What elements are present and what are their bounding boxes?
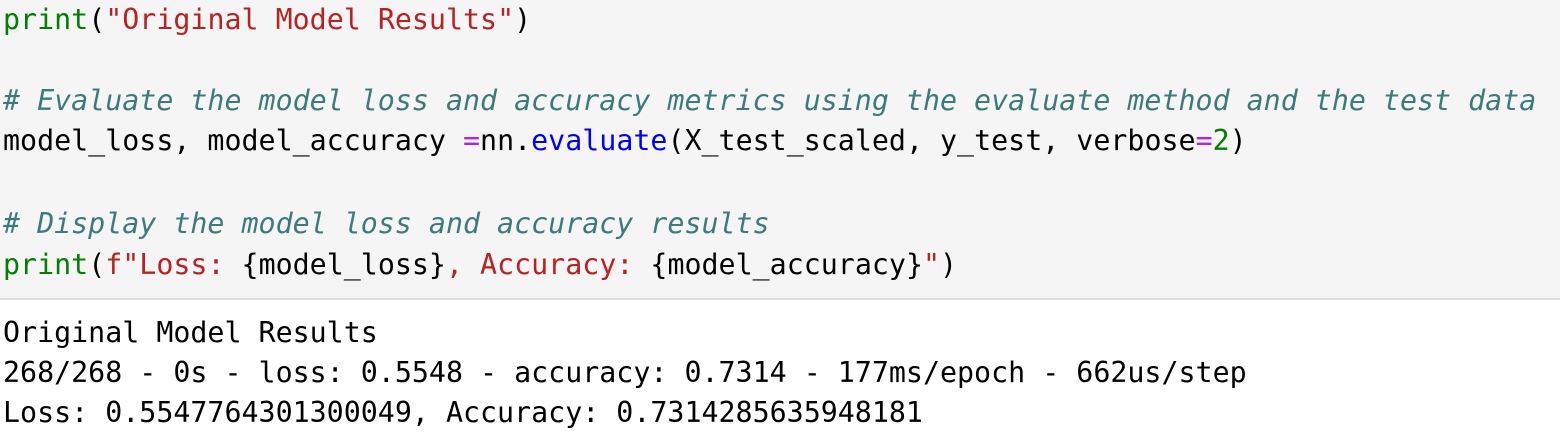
paren-open: ( — [88, 3, 106, 36]
comment-evaluate: # Evaluate the model loss and accuracy m… — [3, 84, 1537, 117]
code-line-print-title: print("Original Model Results") — [3, 0, 531, 40]
code-line-evaluate: model_loss, model_accuracy =nn.evaluate(… — [3, 121, 1247, 161]
print-builtin: print — [3, 3, 89, 36]
fstring-middle: , Accuracy: — [445, 248, 651, 281]
verbose-value: 2 — [1212, 124, 1230, 157]
fstring-end: " — [923, 248, 941, 281]
output-line-progress: 268/268 - 0s - loss: 0.5548 - accuracy: … — [3, 356, 1247, 389]
print-builtin: print — [3, 248, 89, 281]
code-line-comment-evaluate: # Evaluate the model loss and accuracy m… — [3, 81, 1536, 121]
assign-operator: = — [462, 124, 481, 157]
nn-object: nn. — [480, 124, 532, 157]
paren-close: ) — [1229, 124, 1247, 157]
kwarg-operator: = — [1195, 124, 1213, 157]
output-area: Original Model Results 268/268 - 0s - lo… — [0, 300, 1560, 435]
paren-open: ( — [88, 248, 106, 281]
output-line-metrics: Loss: 0.5547764301300049, Accuracy: 0.73… — [3, 396, 923, 429]
output-line-title: Original Model Results — [3, 316, 378, 349]
paren-close: ) — [940, 248, 958, 281]
code-line-comment-display: # Display the model loss and accuracy re… — [3, 204, 770, 244]
paren-close: ) — [514, 3, 532, 36]
code-cell[interactable]: print("Original Model Results") # Evalua… — [0, 0, 1560, 298]
string-literal: "Original Model Results" — [105, 3, 515, 36]
code-line-print-results: print(f"Loss: {model_loss}, Accuracy: {m… — [3, 245, 957, 285]
fstring-start: f"Loss: — [105, 248, 242, 281]
assignment-targets: model_loss, model_accuracy — [3, 124, 463, 157]
comment-display: # Display the model loss and accuracy re… — [3, 207, 770, 240]
evaluate-args: (X_test_scaled, y_test, verbose — [667, 124, 1196, 157]
fstring-expr-loss: {model_loss} — [241, 248, 446, 281]
evaluate-method: evaluate — [531, 124, 668, 157]
fstring-expr-accuracy: {model_accuracy} — [650, 248, 923, 281]
